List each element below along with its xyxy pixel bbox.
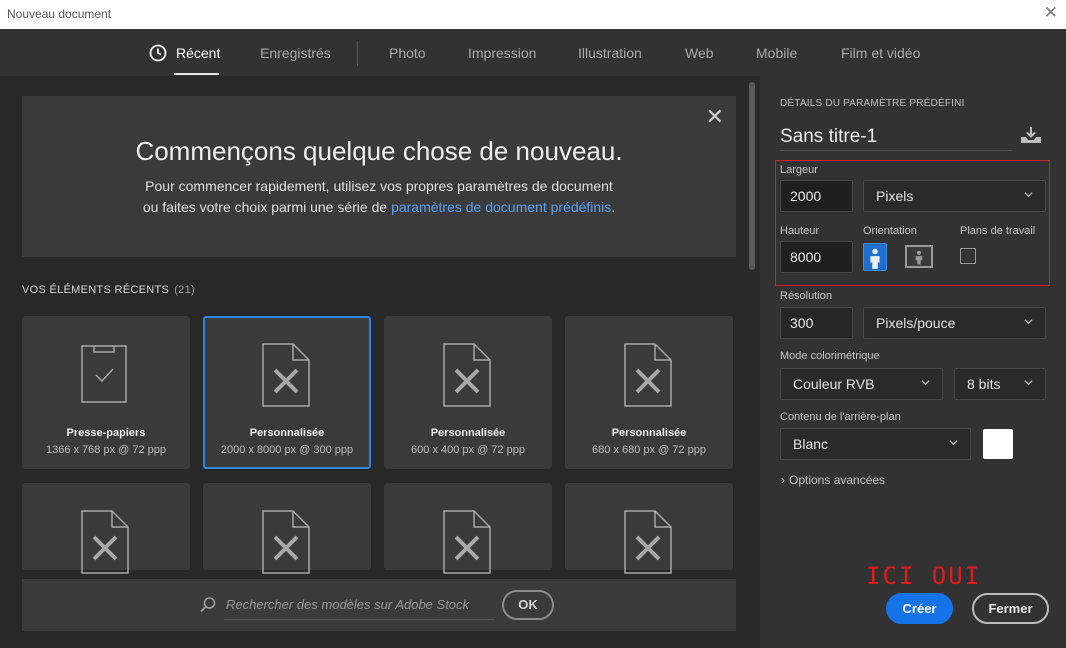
chevron-down-icon <box>949 440 958 446</box>
recent-item-custom-selected[interactable]: Personnalisée 2000 x 8000 px @ 300 ppp <box>203 316 371 469</box>
recent-item-name: Personnalisée <box>611 427 687 439</box>
active-tab-indicator <box>174 73 219 75</box>
tab-film-video[interactable]: Film et vidéo <box>841 45 920 61</box>
window-titlebar: Nouveau document ✕ <box>0 0 1066 29</box>
custom-document-icon <box>443 510 491 574</box>
create-button[interactable]: Créer <box>886 593 953 624</box>
recent-items-title: VOS ÉLÉMENTS RÉCENTS (21) <box>22 284 195 296</box>
recent-item-custom[interactable] <box>565 483 733 574</box>
window-title: Nouveau document <box>7 7 112 21</box>
chevron-down-icon <box>921 380 930 386</box>
custom-document-icon <box>262 343 310 407</box>
close-button[interactable]: Fermer <box>972 593 1049 624</box>
orientation-label: Orientation <box>863 225 917 237</box>
recent-item-custom[interactable] <box>203 483 371 574</box>
custom-document-icon <box>624 510 672 574</box>
tab-photo[interactable]: Photo <box>389 45 426 61</box>
custom-document-icon <box>624 343 672 407</box>
resolution-label: Résolution <box>780 290 832 302</box>
width-label: Largeur <box>780 164 818 176</box>
custom-document-icon <box>262 510 310 574</box>
resolution-input[interactable]: 300 <box>780 307 853 339</box>
banner-text-line2: ou faites votre choix parmi une série de… <box>142 199 616 215</box>
chevron-down-icon <box>1024 192 1033 198</box>
chevron-down-icon <box>1024 380 1033 386</box>
custom-document-icon <box>443 343 491 407</box>
height-input[interactable]: 8000 <box>780 241 853 273</box>
recent-item-name: Personnalisée <box>430 427 506 439</box>
color-mode-label: Mode colorimétrique <box>780 350 880 362</box>
recent-item-clipboard[interactable]: Presse-papiers 1366 x 768 px @ 72 ppp <box>22 316 190 469</box>
recent-item-custom[interactable]: Personnalisée 680 x 680 px @ 72 ppp <box>565 316 733 469</box>
recent-item-custom[interactable]: Personnalisée 600 x 400 px @ 72 ppp <box>384 316 552 469</box>
portrait-orientation-icon[interactable] <box>863 243 887 271</box>
artboards-label: Plans de travail <box>960 225 1036 237</box>
recent-item-size: 680 x 680 px @ 72 ppp <box>592 444 706 456</box>
tab-web[interactable]: Web <box>685 45 714 61</box>
tab-mobile[interactable]: Mobile <box>756 45 797 61</box>
tab-illustration[interactable]: Illustration <box>578 45 642 61</box>
search-underline <box>224 619 495 620</box>
recent-item-size: 600 x 400 px @ 72 ppp <box>411 444 525 456</box>
clipboard-icon <box>81 345 127 403</box>
recent-item-name: Personnalisée <box>249 427 325 439</box>
recent-item-custom[interactable] <box>22 483 190 574</box>
clock-icon <box>149 44 167 62</box>
width-unit-select[interactable]: Pixels <box>863 180 1046 212</box>
search-icon <box>200 597 216 613</box>
tab-recent[interactable]: Récent <box>176 45 220 61</box>
landscape-orientation-icon[interactable] <box>905 245 933 268</box>
background-color-swatch[interactable] <box>983 429 1013 459</box>
recent-item-custom[interactable] <box>384 483 552 574</box>
advanced-options-toggle[interactable]: › Options avancées <box>781 473 885 487</box>
tab-saved[interactable]: Enregistrés <box>260 45 331 61</box>
window-close-icon[interactable]: ✕ <box>1044 4 1058 22</box>
banner-heading: Commençons quelque chose de nouveau. <box>135 136 623 166</box>
recent-item-name: Presse-papiers <box>66 427 146 439</box>
recent-scrollbar[interactable] <box>749 82 755 270</box>
welcome-banner: ✕ Commençons quelque chose de nouveau. P… <box>22 96 736 257</box>
recent-item-size: 1366 x 768 px @ 72 ppp <box>45 444 167 456</box>
bit-depth-select[interactable]: 8 bits <box>954 368 1046 400</box>
stock-search-input[interactable]: Rechercher des modèles sur Adobe Stock <box>226 597 469 612</box>
artboards-checkbox[interactable] <box>960 248 976 264</box>
custom-document-icon <box>81 510 129 574</box>
save-preset-icon[interactable] <box>1019 125 1043 145</box>
tab-divider <box>357 41 358 66</box>
width-input[interactable]: 2000 <box>780 180 853 212</box>
background-label: Contenu de l'arrière-plan <box>780 411 901 423</box>
preset-details-title: DÉTAILS DU PARAMÈTRE PRÉDÉFINI <box>780 98 965 109</box>
height-label: Hauteur <box>780 225 820 237</box>
presets-link[interactable]: paramètres de document prédéfinis <box>391 199 611 215</box>
background-select[interactable]: Blanc <box>780 428 971 460</box>
recent-item-size: 2000 x 8000 px @ 300 ppp <box>220 444 354 456</box>
recent-items-count: (21) <box>174 284 195 296</box>
chevron-right-icon: › <box>781 473 785 487</box>
banner-text-line1: Pour commencer rapidement, utilisez vos … <box>145 178 613 194</box>
banner-close-icon[interactable]: ✕ <box>706 104 724 130</box>
tab-print[interactable]: Impression <box>468 45 536 61</box>
search-ok-button[interactable]: OK <box>502 590 554 620</box>
document-name-input[interactable]: Sans titre-1 <box>780 126 877 148</box>
color-mode-select[interactable]: Couleur RVB <box>780 368 943 400</box>
resolution-unit-select[interactable]: Pixels/pouce <box>863 307 1046 339</box>
handwritten-annotation: ICI OUI <box>866 562 982 590</box>
document-name-underline <box>780 150 1012 151</box>
chevron-down-icon <box>1024 319 1033 325</box>
